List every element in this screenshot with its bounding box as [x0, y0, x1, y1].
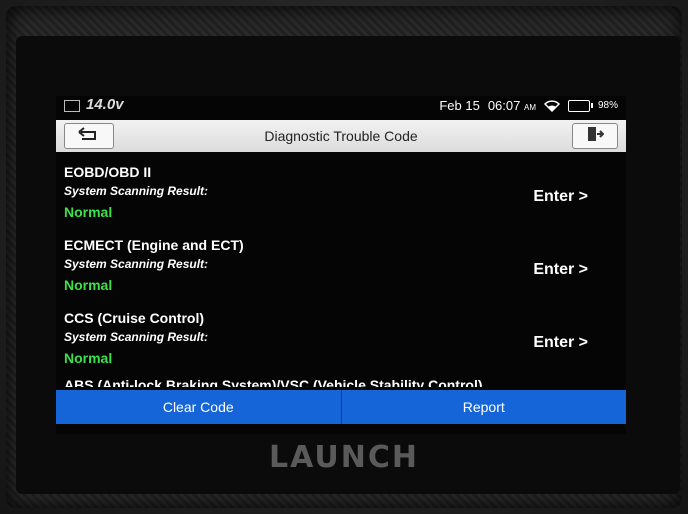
- clear-code-button[interactable]: Clear Code: [56, 390, 341, 424]
- brand-logo: LAUNCH: [268, 440, 419, 475]
- enter-button[interactable]: Enter >: [533, 334, 588, 352]
- action-bar: Clear Code Report: [56, 390, 626, 424]
- system-name: CCS (Cruise Control): [64, 310, 204, 326]
- exit-button[interactable]: [572, 123, 618, 149]
- system-item[interactable]: EOBD/OBD II System Scanning Result: Norm…: [56, 156, 626, 229]
- scan-status: Normal: [64, 204, 113, 220]
- exit-icon: [586, 126, 605, 147]
- system-list: EOBD/OBD II System Scanning Result: Norm…: [56, 156, 626, 375]
- system-name: ECMECT (Engine and ECT): [64, 237, 244, 253]
- title-bar: Diagnostic Trouble Code: [56, 120, 626, 152]
- device-screen: 14.0v Feb 15 06:07 AM 98% Diagnostic Tro…: [56, 96, 626, 434]
- system-name: EOBD/OBD II: [64, 164, 152, 180]
- voltage-readout: 14.0v: [86, 96, 124, 113]
- status-bar: 14.0v Feb 15 06:07 AM 98%: [56, 96, 626, 118]
- status-am-pm: AM: [523, 103, 536, 112]
- system-item[interactable]: ECMECT (Engine and ECT) System Scanning …: [56, 229, 626, 302]
- scan-result-label: System Scanning Result:: [64, 257, 209, 271]
- scan-status: Normal: [64, 350, 113, 366]
- scan-result-label: System Scanning Result:: [64, 184, 209, 198]
- scan-status: Normal: [64, 277, 113, 293]
- system-item[interactable]: CCS (Cruise Control) System Scanning Res…: [56, 302, 626, 375]
- battery-icon: [567, 99, 593, 112]
- report-button[interactable]: Report: [342, 390, 627, 424]
- system-name-partial[interactable]: ABS (Anti-lock Braking System)/VSC (Vehi…: [64, 377, 483, 387]
- enter-button[interactable]: Enter >: [533, 188, 588, 206]
- wifi-icon: [543, 99, 560, 112]
- page-title: Diagnostic Trouble Code: [264, 128, 418, 144]
- vehicle-battery-icon: [64, 100, 80, 112]
- battery-percent: 98%: [597, 100, 618, 111]
- status-date: Feb 15: [439, 98, 480, 113]
- status-time: 06:07: [487, 98, 521, 113]
- status-right: Feb 15 06:07 AM 98%: [439, 98, 618, 113]
- status-time-group: 06:07 AM: [488, 98, 536, 113]
- enter-button[interactable]: Enter >: [533, 261, 588, 279]
- scan-result-label: System Scanning Result:: [64, 330, 209, 344]
